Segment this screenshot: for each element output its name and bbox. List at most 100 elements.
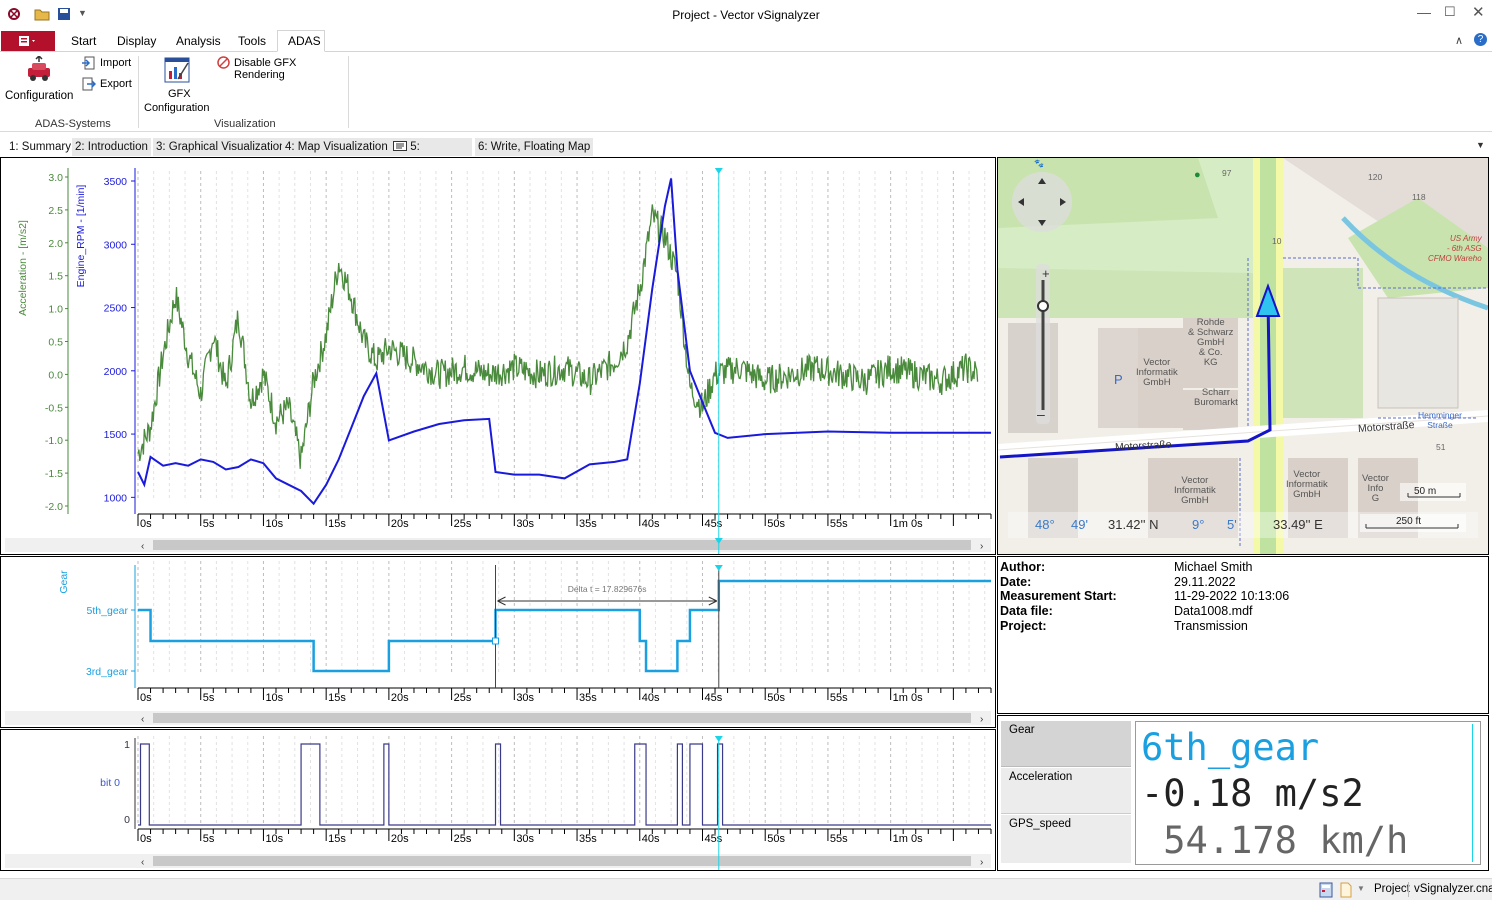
time-tick-label: 35s <box>579 518 597 530</box>
accel-rpm-chart[interactable]: 0s 5s 10s 15s 20s 25s 30s 35s 40s 45s 50s 55s 1m 0s ‹… <box>1 158 995 554</box>
delta-label: Delta t = 17.829676s <box>568 584 647 594</box>
doc-tab-map[interactable]: 4: Map Visualization <box>282 138 391 156</box>
gear-name-cell[interactable]: Gear <box>1001 721 1131 767</box>
tabs-dropdown-icon[interactable]: ▼ <box>1476 140 1485 150</box>
maximize-icon[interactable]: ☐ <box>1444 4 1456 20</box>
parking-icon: P <box>1114 372 1123 387</box>
zoom-out-icon[interactable]: – <box>1037 406 1045 422</box>
zoom-slider-handle[interactable] <box>1037 300 1049 312</box>
import-label: Import <box>100 57 132 69</box>
rpm-tick-label: 2500 <box>104 303 128 315</box>
acceleration-name-cell[interactable]: Acceleration <box>1001 768 1131 814</box>
rpm-series-line <box>137 178 991 506</box>
doc-tab-introduction[interactable]: 2: Introduction <box>72 138 151 156</box>
time-tick-label: 20s <box>391 833 409 845</box>
document-icon[interactable] <box>1339 882 1353 898</box>
gear-series-line <box>138 579 991 673</box>
time-tick-label: 30s <box>516 692 534 704</box>
accel-tick-label: 1.5 <box>48 271 63 283</box>
gps-speed-name-cell[interactable]: GPS_speed <box>1001 815 1131 863</box>
status-dropdown-icon[interactable]: ▼ <box>1357 884 1365 893</box>
accel-axis-title: Acceleration - [m/s2] <box>17 220 29 316</box>
scroll-left-icon: ‹ <box>141 857 144 868</box>
gfx-label-line2: Configuration <box>144 102 210 114</box>
acceleration-value: -0.18 m/s2 <box>1141 772 1364 815</box>
accel-tick-label: 2.0 <box>48 238 63 250</box>
status-bar: ▼ Project vSignalyzer.cna <box>0 878 1492 900</box>
time-tick-label: 10s <box>265 518 283 530</box>
gear-tick-label: 5th_gear <box>87 605 129 617</box>
minimize-icon[interactable]: — <box>1417 4 1431 20</box>
close-icon[interactable]: ✕ <box>1472 3 1485 21</box>
group-visualization: Visualization <box>214 118 276 130</box>
time-tick-label: 0s <box>140 692 152 704</box>
disable-gfx-rendering-button[interactable]: Disable GFX Rendering <box>217 56 347 81</box>
export-button[interactable]: Export <box>82 77 138 93</box>
cursor-marker-top <box>714 565 723 571</box>
project-value: Transmission <box>1174 619 1248 633</box>
map-lat-sec: 31.42'' N <box>1108 517 1159 532</box>
map-house-number: 118 <box>1412 192 1426 202</box>
rpm-axis-title: Engine_RPM - [1/min] <box>75 185 87 288</box>
doc-tab-summary[interactable]: 1: Summary <box>6 138 74 156</box>
configuration-button[interactable]: Configuration <box>4 54 74 102</box>
time-tick-label: 25s <box>454 518 472 530</box>
doc-tab-reporting[interactable]: 5: Reporting <box>390 138 472 171</box>
scroll-right-icon: › <box>980 541 983 552</box>
map-scale-meters: 50 m <box>1414 486 1437 497</box>
scrollbar-thumb <box>153 540 971 550</box>
gfx-configuration-button[interactable]: GFX Configuration <box>140 54 214 114</box>
ribbon-separator <box>348 56 349 128</box>
chart-pane-main[interactable]: 0s 5s 10s 15s 20s 25s 30s 35s 40s 45s 50s 55s 1m 0s ‹… <box>0 157 996 555</box>
map-pane[interactable]: 🐾 ● + – Motorstraße Motorstraße Vector I… <box>997 157 1489 555</box>
tab-adas[interactable]: ADAS <box>277 30 325 52</box>
document-tabs: 1: Summary 2: Introduction 3: Graphical … <box>0 138 1492 171</box>
disable-icon <box>217 56 230 69</box>
tab-display[interactable]: Display <box>117 34 156 48</box>
time-tick-label: 0s <box>140 833 152 845</box>
time-tick-label: 30s <box>516 518 534 530</box>
tab-start[interactable]: Start <box>71 34 96 48</box>
accel-tick-label: 1.0 <box>48 304 63 316</box>
bit-tick-label: 0 <box>124 814 130 826</box>
tab-tools[interactable]: Tools <box>238 34 266 48</box>
map-poi-vector-3: Vector Informatik GmbH <box>1286 469 1328 500</box>
time-tick-label: 55s <box>830 833 848 845</box>
zoom-in-icon[interactable]: + <box>1042 266 1050 281</box>
tab-analysis[interactable]: Analysis <box>176 34 221 48</box>
gear-chart[interactable]: 0s 5s 10s 15s 20s 25s 30s 35s 40s 45s 50s 55s 1m 0s ‹… <box>1 557 995 727</box>
doc-tab-write-floating-map[interactable]: 6: Write, Floating Map <box>475 138 594 156</box>
ribbon-tabs: Start Display Analysis Tools ADAS ∧ ? <box>0 30 1492 52</box>
time-tick-label: 55s <box>830 518 848 530</box>
pet-icon: 🐾 <box>1034 159 1044 168</box>
file-menu-icon <box>19 36 35 46</box>
title-bar: ▼ Project - Vector vSignalyzer — ☐ ✕ <box>0 0 1492 30</box>
time-tick-label: 50s <box>767 692 785 704</box>
time-tick-label: 50s <box>767 518 785 530</box>
collapse-ribbon-icon[interactable]: ∧ <box>1455 34 1463 47</box>
map-lon-min: 5' <box>1227 517 1237 532</box>
time-tick-label: 15s <box>328 518 346 530</box>
map-house-number: 51 <box>1436 442 1446 452</box>
import-button[interactable]: Import <box>82 56 138 72</box>
map-house-number: 97 <box>1222 168 1232 178</box>
accel-tick-label: -1.5 <box>45 468 63 480</box>
bit-tick-label: 1 <box>124 739 130 751</box>
gfx-label-line1: GFX <box>168 88 191 100</box>
gear-name-label: Gear <box>1009 724 1035 736</box>
rpm-tick-label: 2000 <box>104 366 128 378</box>
accel-tick-label: 2.5 <box>48 205 63 217</box>
help-icon[interactable]: ? <box>1474 33 1487 46</box>
signal-values-panel: Gear Acceleration GPS_speed 6th_gear -0.… <box>997 715 1489 871</box>
chart-pane-bit[interactable]: 0s 5s 10s 15s 20s 25s 30s 35s 40s 45s 50s 55s 1m 0s ‹… <box>0 729 996 871</box>
data-file-value: Data1008.mdf <box>1174 604 1253 618</box>
time-tick-label: 55s <box>830 692 848 704</box>
import-icon <box>82 56 95 70</box>
time-tick-label: 45s <box>704 518 722 530</box>
bit-chart[interactable]: 0s 5s 10s 15s 20s 25s 30s 35s 40s 45s 50s 55s 1m 0s ‹… <box>1 730 995 870</box>
acceleration-name-label: Acceleration <box>1009 771 1073 783</box>
file-menu-button[interactable] <box>1 31 55 51</box>
calculator-icon[interactable] <box>1318 882 1334 898</box>
chart-pane-gear[interactable]: 0s 5s 10s 15s 20s 25s 30s 35s 40s 45s 50s 55s 1m 0s ‹… <box>0 556 996 728</box>
doc-tab-graphical[interactable]: 3: Graphical Visualization <box>153 138 289 156</box>
